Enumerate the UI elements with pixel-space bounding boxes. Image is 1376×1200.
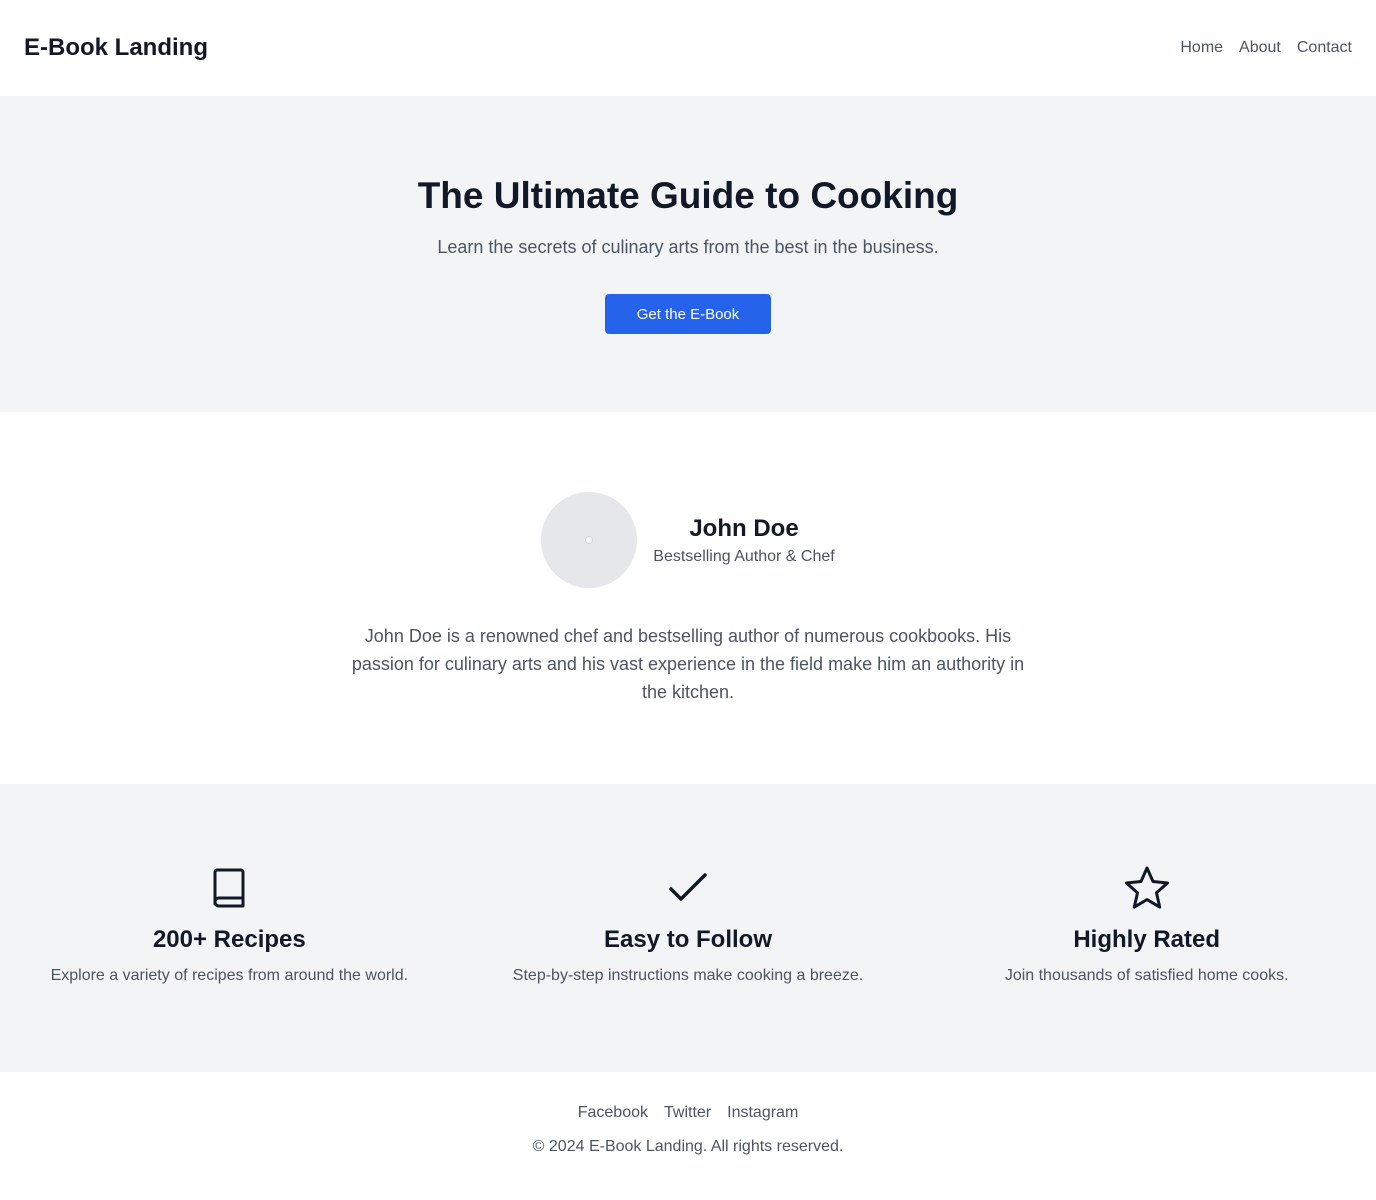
nav-contact-link[interactable]: Contact — [1297, 39, 1352, 57]
about-author-section: John Doe Bestselling Author & Chef John … — [0, 412, 1376, 784]
feature-description: Explore a variety of recipes from around… — [50, 967, 409, 984]
get-ebook-button[interactable]: Get the E-Book — [605, 294, 771, 334]
facebook-link[interactable]: Facebook — [578, 1104, 648, 1122]
star-icon — [1123, 864, 1171, 912]
main-nav: Home About Contact — [1180, 39, 1352, 57]
feature-title: Easy to Follow — [603, 926, 773, 953]
author-role: Bestselling Author & Chef — [653, 548, 835, 565]
site-logo[interactable]: E-Book Landing — [24, 34, 208, 62]
feature-description: Step-by-step instructions make cooking a… — [512, 967, 864, 984]
avatar — [541, 492, 638, 588]
nav-home-link[interactable]: Home — [1180, 39, 1223, 57]
avatar-placeholder-icon — [585, 536, 594, 544]
author-card: John Doe Bestselling Author & Chef — [541, 492, 835, 588]
author-bio: John Doe is a renowned chef and bestsell… — [351, 626, 1025, 702]
feature-title: Highly Rated — [1073, 926, 1221, 953]
hero-subtitle: Learn the secrets of culinary arts from … — [437, 237, 939, 257]
site-footer: Facebook Twitter Instagram © 2024 E-Book… — [0, 1072, 1376, 1200]
hero-section: The Ultimate Guide to Cooking Learn the … — [0, 96, 1376, 412]
nav-about-link[interactable]: About — [1239, 39, 1281, 57]
feature-recipes: 200+ Recipes Explore a variety of recipe… — [0, 864, 459, 1072]
author-info: John Doe Bestselling Author & Chef — [653, 514, 834, 566]
book-icon — [205, 864, 253, 912]
feature-title: 200+ Recipes — [152, 926, 306, 953]
social-links: Facebook Twitter Instagram — [578, 1104, 799, 1122]
feature-easy: Easy to Follow Step-by-step instructions… — [459, 864, 918, 1072]
hero-title: The Ultimate Guide to Cooking — [417, 175, 959, 216]
feature-rated: Highly Rated Join thousands of satisfied… — [917, 864, 1376, 1072]
instagram-link[interactable]: Instagram — [727, 1104, 798, 1122]
features-section: 200+ Recipes Explore a variety of recipe… — [0, 784, 1376, 1072]
check-icon — [664, 864, 712, 912]
copyright-text: © 2024 E-Book Landing. All rights reserv… — [532, 1138, 844, 1155]
site-header: E-Book Landing Home About Contact — [0, 0, 1376, 96]
feature-description: Join thousands of satisfied home cooks. — [1004, 967, 1289, 984]
author-name: John Doe — [689, 515, 799, 542]
twitter-link[interactable]: Twitter — [664, 1104, 711, 1122]
